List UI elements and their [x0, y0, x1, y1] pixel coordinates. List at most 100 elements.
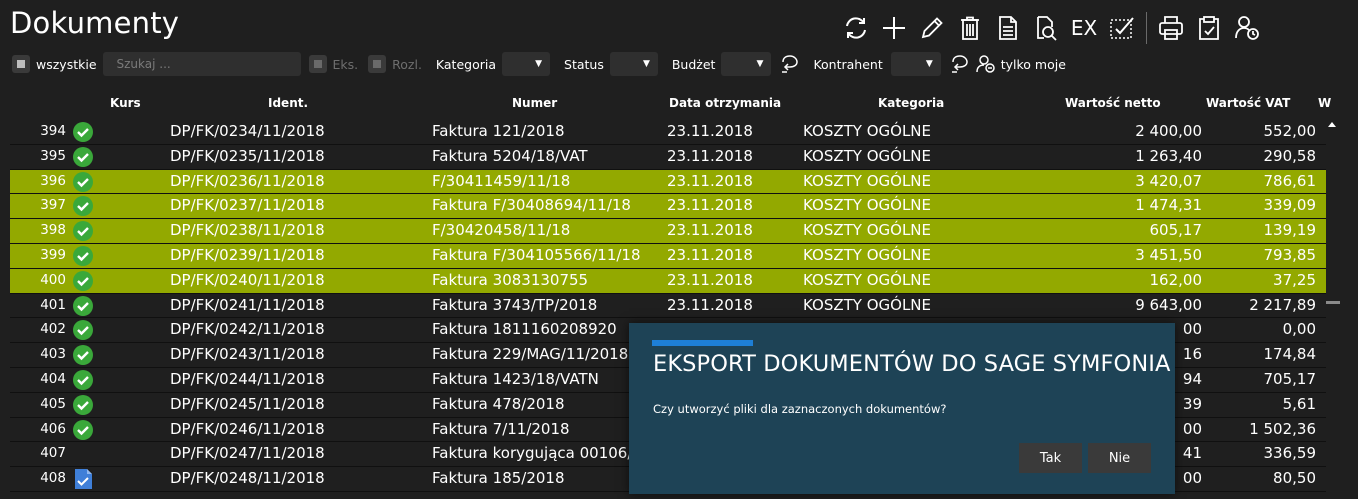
vertical-scrollbar[interactable] [1326, 118, 1340, 499]
net-value-cell: 00 [1182, 320, 1202, 339]
yes-button[interactable]: Tak [1019, 443, 1082, 473]
vat-value-cell: 174,84 [1263, 345, 1317, 364]
vat-value-cell: 552,00 [1263, 122, 1317, 140]
only-mine-button[interactable] [975, 53, 997, 75]
table-row[interactable]: 397 DP/FK/0237/11/2018 Faktura F/30408694/… [10, 194, 1326, 220]
rozl-checkbox[interactable] [368, 55, 387, 73]
rozl-label: Rozl. [392, 56, 422, 72]
ident-cell: DP/FK/0234/11/2018 [170, 122, 325, 140]
no-button[interactable]: Nie [1088, 443, 1151, 473]
document-button[interactable] [990, 10, 1026, 46]
budget-clear-button[interactable] [779, 53, 801, 75]
vat-value-cell: 37,25 [1273, 270, 1316, 289]
dialog-title: EKSPORT DOKUMENTÓW DO SAGE SYMFONIA [653, 351, 1171, 377]
check-all-button[interactable] [1104, 10, 1140, 46]
chevron-down-icon: ▼ [756, 59, 764, 69]
numer-cell: Faktura 7/11/2018 [432, 419, 570, 438]
column-header-kurs[interactable]: Kurs [110, 96, 141, 110]
check-circle-icon [72, 295, 94, 317]
table-row[interactable]: 399 DP/FK/0239/11/2018 Faktura F/304105566… [10, 243, 1326, 269]
ident-cell: DP/FK/0247/11/2018 [170, 444, 325, 463]
row-number: 408 [40, 470, 66, 487]
column-header-data[interactable]: Data otrzymania [669, 96, 781, 110]
table-row[interactable]: 400 DP/FK/0240/11/2018 Faktura 3083130755 2… [10, 268, 1326, 294]
export-button[interactable]: EX [1066, 10, 1102, 46]
budget-dropdown[interactable]: ▼ [721, 52, 772, 76]
numer-cell: Faktura 121/2018 [432, 122, 565, 140]
scroll-up-icon[interactable] [1328, 122, 1336, 127]
net-value-cell: 41 [1182, 444, 1202, 463]
filter-bar: wszystkie Eks. Rozl. Kategoria ▼ Status … [12, 51, 1072, 77]
date-cell: 23.11.2018 [667, 171, 753, 190]
category-cell: KOSZTY OGÓLNE [803, 245, 932, 264]
column-header-vat[interactable]: Wartość VAT [1206, 96, 1290, 110]
numer-cell: Faktura korygująca 00106/20 [432, 444, 652, 463]
refresh-button[interactable] [838, 10, 874, 46]
eks-checkbox[interactable] [308, 55, 327, 73]
date-cell: 23.11.2018 [667, 221, 753, 240]
check-circle-icon [72, 319, 94, 341]
numer-cell: Faktura 185/2018 [432, 469, 565, 488]
net-value-cell: 1 263,40 [1135, 146, 1202, 165]
print-button[interactable] [1153, 10, 1189, 46]
row-number: 400 [40, 271, 66, 288]
ident-cell: DP/FK/0241/11/2018 [170, 295, 325, 314]
table-row[interactable]: 398 DP/FK/0238/11/2018 F/30420458/11/18 23.… [10, 219, 1326, 244]
category-dropdown[interactable]: ▼ [502, 52, 551, 76]
net-value-cell: 16 [1182, 345, 1202, 364]
row-number: 394 [40, 123, 66, 139]
only-mine-label: tylko moje [1000, 56, 1066, 72]
ident-cell: DP/FK/0235/11/2018 [170, 146, 325, 165]
delete-button[interactable] [952, 10, 988, 46]
all-checkbox[interactable] [12, 55, 30, 73]
column-header-numer[interactable]: Numer [512, 96, 557, 110]
scroll-thumb[interactable] [1326, 301, 1340, 304]
table-row[interactable]: 395 DP/FK/0235/11/2018 Faktura 5204/18/VAT… [10, 145, 1326, 170]
net-value-cell: 1 474,31 [1135, 196, 1202, 215]
ident-cell: DP/FK/0245/11/2018 [170, 394, 325, 413]
page-title: Dokumenty [10, 6, 180, 40]
chevron-down-icon: ▼ [535, 59, 543, 69]
vat-value-cell: 2 217,89 [1249, 295, 1316, 314]
row-number: 395 [40, 147, 66, 164]
user-clock-button[interactable] [1229, 10, 1265, 46]
add-button[interactable] [876, 10, 912, 46]
column-header-netto[interactable]: Wartość netto [1065, 96, 1161, 110]
clipboard-button[interactable] [1191, 10, 1227, 46]
row-number: 398 [40, 222, 66, 239]
check-circle-icon [72, 245, 94, 267]
contractor-dropdown[interactable]: ▼ [890, 52, 941, 76]
category-cell: KOSZTY OGÓLNE [803, 171, 932, 190]
check-circle-icon [72, 394, 94, 416]
edit-button[interactable] [914, 10, 950, 46]
status-empty [72, 443, 94, 465]
dialog-message: Czy utworzyć pliki dla zaznaczonych doku… [653, 402, 947, 416]
preview-search-icon [1037, 16, 1057, 41]
column-header-ident[interactable]: Ident. [268, 96, 308, 110]
numer-cell: F/30420458/11/18 [432, 221, 571, 240]
ident-cell: DP/FK/0236/11/2018 [170, 171, 325, 190]
table-row[interactable]: 396 DP/FK/0236/11/2018 F/30411459/11/18 23.… [10, 169, 1326, 195]
row-number: 404 [40, 370, 66, 387]
search-input[interactable] [102, 52, 301, 76]
vat-value-cell: 80,50 [1273, 469, 1316, 488]
check-circle-icon [72, 270, 94, 292]
check-circle-icon [72, 419, 94, 441]
table-row[interactable]: 394 DP/FK/0234/11/2018 Faktura 121/2018 23.… [10, 120, 1326, 145]
check-circle-icon [72, 146, 94, 168]
row-number: 401 [40, 296, 66, 313]
vat-value-cell: 339,09 [1263, 196, 1317, 215]
status-dropdown[interactable]: ▼ [609, 52, 658, 76]
table-header: Kurs Ident. Numer Data otrzymania Katego… [0, 94, 1331, 114]
column-header-kategoria[interactable]: Kategoria [878, 96, 944, 110]
table-row[interactable]: 401 DP/FK/0241/11/2018 Faktura 3743/TP/201… [10, 294, 1326, 319]
vat-value-cell: 290,58 [1263, 146, 1317, 165]
contractor-clear-button[interactable] [949, 53, 971, 75]
preview-button[interactable] [1028, 10, 1064, 46]
chevron-down-icon: ▼ [925, 59, 933, 69]
clipboard-icon [1199, 16, 1219, 40]
vat-value-cell: 5,61 [1282, 394, 1316, 413]
column-header-extra[interactable]: W [1318, 96, 1331, 110]
row-number: 399 [40, 246, 66, 263]
net-value-cell: 00 [1182, 469, 1202, 488]
